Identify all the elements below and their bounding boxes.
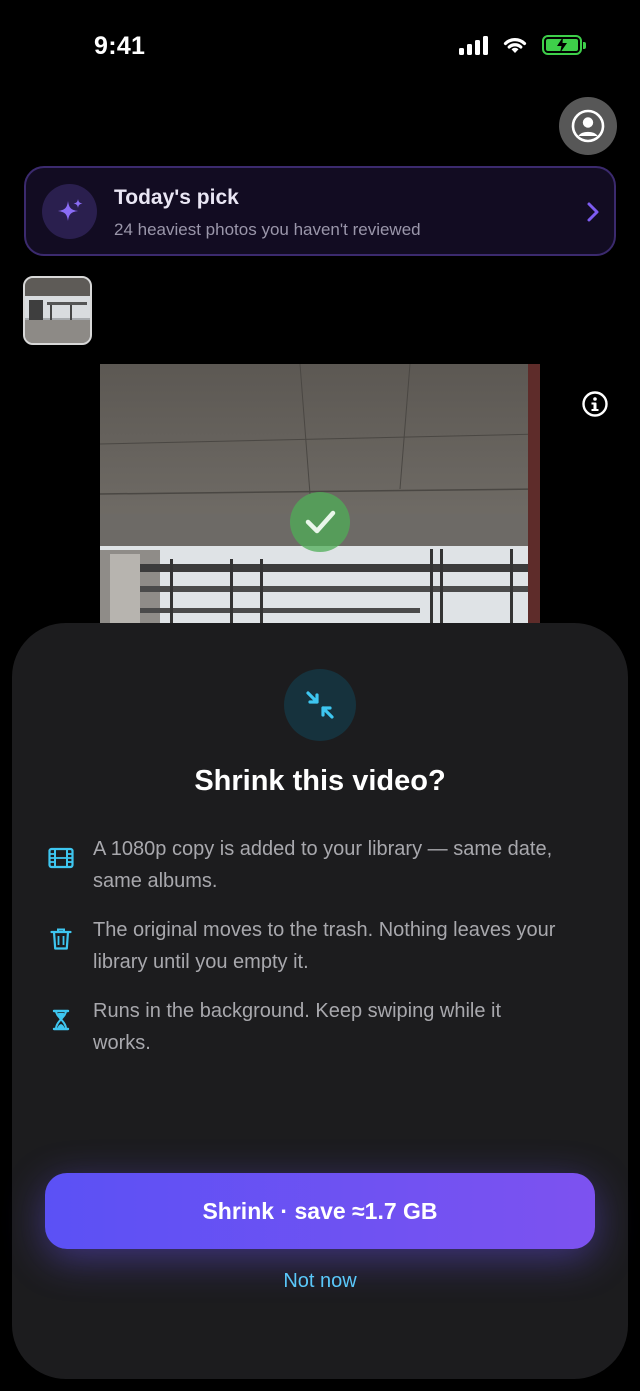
status-icons xyxy=(459,35,586,55)
todays-pick-card[interactable]: Today's pick 24 heaviest photos you have… xyxy=(24,166,616,256)
sparkles-icon xyxy=(42,184,97,239)
todays-pick-title: Today's pick xyxy=(114,186,239,209)
cellular-signal-icon xyxy=(459,35,488,55)
info-icon[interactable] xyxy=(581,390,609,418)
photo-thumbnail[interactable] xyxy=(23,276,92,345)
info-row-text: The original moves to the trash. Nothing… xyxy=(93,919,556,973)
shrink-button[interactable]: Shrink · save ≈1.7 GB xyxy=(45,1173,595,1249)
chevron-right-icon xyxy=(587,202,599,222)
battery-charging-icon xyxy=(542,35,586,55)
sheet-title: Shrink this video? xyxy=(194,765,446,797)
main-photo[interactable] xyxy=(100,364,540,634)
shrink-arrows-icon xyxy=(284,669,356,741)
person-circle-icon xyxy=(571,109,605,143)
shrink-video-sheet: Shrink this video? A 1080p copy is added… xyxy=(12,623,628,1379)
profile-button[interactable] xyxy=(559,97,617,155)
wifi-icon xyxy=(503,38,527,53)
hourglass-icon xyxy=(48,1007,74,1033)
info-row-text: A 1080p copy is added to your library — … xyxy=(93,838,553,892)
info-row-text: Runs in the background. Keep swiping whi… xyxy=(93,1000,502,1054)
not-now-button[interactable]: Not now xyxy=(12,1270,628,1293)
film-icon xyxy=(48,845,74,871)
trash-icon xyxy=(48,926,74,952)
status-time: 9:41 xyxy=(94,32,146,60)
todays-pick-subtitle: 24 heaviest photos you haven't reviewed xyxy=(114,220,421,239)
